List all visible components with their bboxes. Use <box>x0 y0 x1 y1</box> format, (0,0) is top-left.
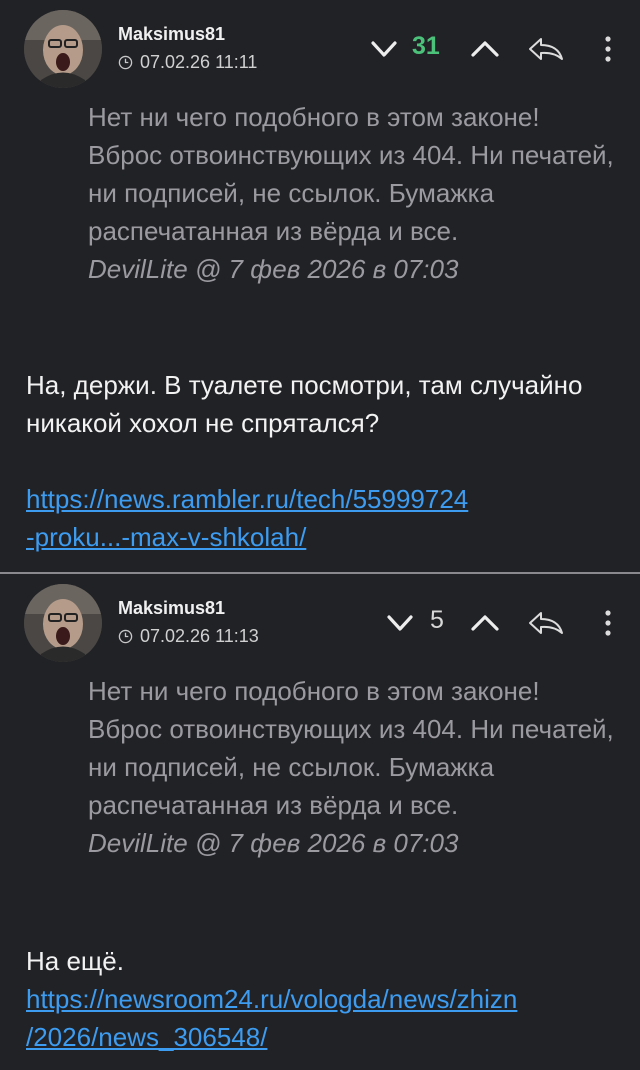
username[interactable]: Maksimus81 <box>118 24 225 45</box>
avatar[interactable] <box>24 584 102 662</box>
quoted-comment: Нет ни чего подобного в этом законе! Вбр… <box>88 98 618 288</box>
quote-author[interactable]: DevilLite @ 7 фев 2026 в 07:03 <box>88 824 618 862</box>
link-line[interactable]: https://news.rambler.ru/tech/55999724 <box>26 484 468 514</box>
datetime-text: 07.02.26 11:11 <box>140 52 258 72</box>
datetime-text: 07.02.26 11:13 <box>140 626 259 646</box>
chevron-down-icon[interactable] <box>386 612 414 634</box>
link-line[interactable]: https://newsroom24.ru/vologda/news/zhizn <box>26 984 517 1014</box>
clock-icon <box>118 629 133 644</box>
quoted-comment: Нет ни чего подобного в этом законе! Вбр… <box>88 672 618 862</box>
link-line[interactable]: -proku...-max-v-shkolah/ <box>26 522 306 552</box>
comment-body: На ещё. https://newsroom24.ru/vologda/ne… <box>26 942 626 1056</box>
quote-author[interactable]: DevilLite @ 7 фев 2026 в 07:03 <box>88 250 618 288</box>
external-link[interactable]: https://news.rambler.ru/tech/55999724 -p… <box>26 480 626 556</box>
comment-date: 07.02.26 11:11 <box>118 52 257 73</box>
share-arrow-icon[interactable] <box>526 609 566 637</box>
comment-score: 5 <box>430 606 444 634</box>
link-line[interactable]: /2026/news_306548/ <box>26 1022 267 1052</box>
more-vertical-icon[interactable] <box>600 608 616 638</box>
comment-score: 31 <box>412 32 440 60</box>
external-link[interactable]: https://newsroom24.ru/vologda/news/zhizn… <box>26 980 626 1056</box>
clock-icon <box>118 55 133 70</box>
avatar[interactable] <box>24 10 102 88</box>
comment: Maksimus81 07.02.26 11:13 5 Нет ни чего … <box>0 574 640 1070</box>
more-vertical-icon[interactable] <box>600 34 616 64</box>
comment-date: 07.02.26 11:13 <box>118 626 259 647</box>
username[interactable]: Maksimus81 <box>118 598 225 619</box>
comment-body: На, держи. В туалете посмотри, там случа… <box>26 366 626 556</box>
reply-text: На ещё. <box>26 946 124 976</box>
quote-text: Нет ни чего подобного в этом законе! Вбр… <box>88 676 614 820</box>
reply-text: На, держи. В туалете посмотри, там случа… <box>26 370 583 438</box>
share-arrow-icon[interactable] <box>526 35 566 63</box>
comment: Maksimus81 07.02.26 11:11 31 Нет ни чего… <box>0 0 640 572</box>
chevron-down-icon[interactable] <box>370 38 398 60</box>
chevron-up-icon[interactable] <box>470 612 500 634</box>
quote-text: Нет ни чего подобного в этом законе! Вбр… <box>88 102 614 246</box>
chevron-up-icon[interactable] <box>470 38 500 60</box>
